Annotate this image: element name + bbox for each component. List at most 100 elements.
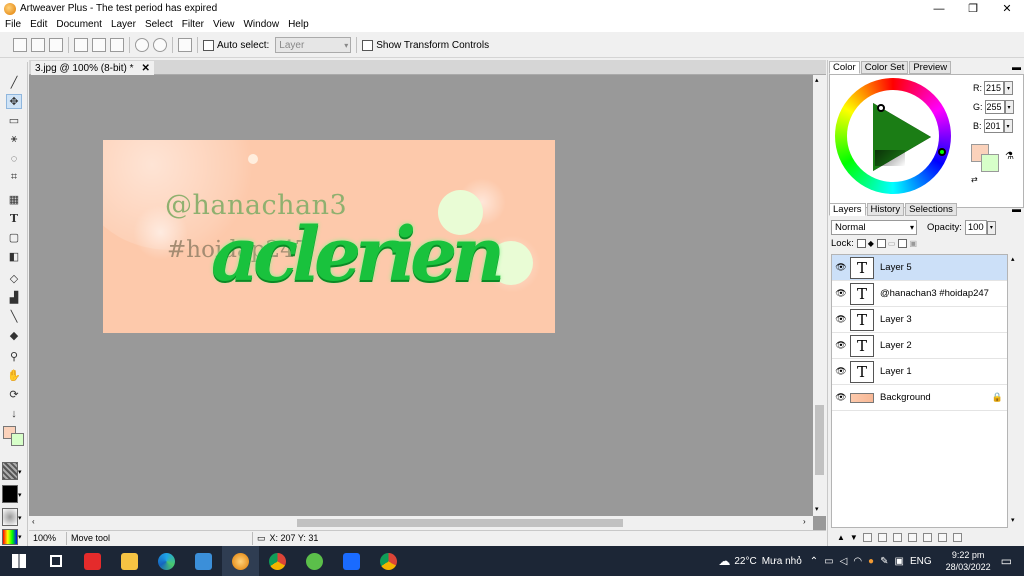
layer-row[interactable]: 👁 T @hanachan3 #hoidap247 (832, 281, 1007, 307)
eye-icon[interactable]: 👁 (834, 314, 848, 325)
menu-window[interactable]: Window (238, 19, 283, 30)
move-layer-down-icon[interactable]: ▼ (850, 533, 858, 542)
zoom-icon[interactable]: ⚲ (6, 349, 22, 364)
rotate-icon[interactable]: ⟳ (6, 387, 22, 402)
horizontal-scroll-thumb[interactable] (297, 519, 623, 527)
speaker-icon[interactable]: ◁ (840, 556, 848, 567)
fill-bucket-icon[interactable]: ◆ (6, 328, 22, 343)
red-value-field[interactable]: 215 (984, 81, 1004, 95)
pen-icon[interactable]: ✎ (880, 556, 888, 567)
cut-icon[interactable] (74, 38, 88, 52)
layer-row[interactable]: 👁 Background 🔒 (832, 385, 1007, 411)
triangle-picker-handle[interactable] (877, 104, 885, 112)
color-wheel[interactable] (835, 78, 951, 194)
taskbar-app[interactable] (370, 546, 407, 576)
tab-selections[interactable]: Selections (905, 203, 957, 216)
redo-icon[interactable] (153, 38, 167, 52)
brush-preset-swatch[interactable] (2, 508, 18, 526)
layer-row[interactable]: 👁 T Layer 3 (832, 307, 1007, 333)
texture-swatch[interactable] (2, 462, 18, 480)
taskbar-app[interactable] (296, 546, 333, 576)
vertical-scrollbar[interactable]: ▴ ▾ (813, 75, 826, 516)
new-layer-icon[interactable] (877, 532, 887, 542)
chevron-down-icon[interactable]: ▾ (18, 514, 22, 522)
chevron-down-icon[interactable]: ▾ (1004, 100, 1014, 114)
lock-pixels-checkbox[interactable] (876, 239, 886, 248)
language-indicator[interactable]: ENG (910, 556, 932, 567)
layer-row[interactable]: 👁 T Layer 1 (832, 359, 1007, 385)
start-button[interactable] (0, 546, 37, 576)
crop-icon[interactable]: ⌗ (6, 170, 22, 185)
chevron-down-icon[interactable]: ▾ (1004, 81, 1013, 95)
stamp-icon[interactable]: ▟ (6, 290, 22, 305)
taskbar-app[interactable] (148, 546, 185, 576)
undo-icon[interactable] (135, 38, 149, 52)
pattern-swatch[interactable] (2, 485, 18, 503)
tab-color[interactable]: Color (829, 61, 860, 74)
document-tab[interactable]: 3.jpg @ 100% (8-bit) * ✕ (31, 61, 154, 75)
chevron-down-icon[interactable]: ▾ (18, 468, 22, 476)
gradient-swatch[interactable] (2, 529, 18, 545)
taskbar-app[interactable] (74, 546, 111, 576)
close-icon[interactable]: ✕ (142, 63, 150, 74)
move-layer-up-icon[interactable]: ▲ (837, 533, 845, 542)
menu-help[interactable]: Help (283, 19, 313, 30)
move-tool-icon[interactable]: ✥ (6, 94, 22, 109)
maximize-button[interactable]: ❐ (956, 0, 990, 17)
blue-value-field[interactable]: 201 (983, 119, 1004, 133)
tab-history[interactable]: History (866, 203, 905, 216)
eye-icon[interactable]: 👁 (834, 288, 848, 299)
chevron-up-icon[interactable]: ▴ (815, 76, 819, 84)
eye-icon[interactable]: 👁 (834, 340, 848, 351)
ime-icon[interactable]: ▣ (894, 556, 903, 567)
delete-layer-icon[interactable] (952, 532, 962, 542)
weather-desc[interactable]: Mưa nhỏ (762, 556, 802, 567)
duplicate-layer-icon[interactable] (892, 532, 902, 542)
taskbar-app[interactable] (185, 546, 222, 576)
chevron-left-icon[interactable]: ‹ (32, 517, 35, 526)
hue-picker-handle[interactable] (938, 148, 946, 156)
tab-color-set[interactable]: Color Set (860, 61, 909, 74)
text-tool-icon[interactable]: T (6, 211, 22, 226)
auto-select-checkbox[interactable] (203, 39, 214, 51)
open-folder-icon[interactable] (31, 38, 45, 52)
tab-preview[interactable]: Preview (909, 61, 952, 74)
minimize-button[interactable]: — (922, 0, 956, 17)
notification-icon[interactable]: ▭ (1001, 554, 1012, 568)
panel-menu-icon[interactable]: ▬ (1012, 204, 1021, 214)
show-transform-checkbox[interactable] (362, 39, 374, 51)
gradient-icon[interactable]: ◧ (6, 249, 22, 264)
lock-transparency-checkbox[interactable] (856, 239, 866, 248)
perspective-icon[interactable]: ▦ (6, 192, 22, 207)
chevron-up-icon[interactable]: ⌃ (810, 556, 818, 567)
new-document-icon[interactable] (13, 38, 27, 52)
save-icon[interactable] (49, 38, 63, 52)
shape-icon[interactable]: ▢ (6, 230, 22, 245)
weather-temp[interactable]: 22°C (734, 556, 756, 567)
auto-select-dropdown[interactable]: Layer ▾ (275, 37, 352, 53)
tray-app-icon[interactable]: ● (868, 556, 874, 567)
clock[interactable]: 9:22 pm 28/03/2022 (946, 549, 991, 573)
opacity-field[interactable]: 100 (964, 220, 987, 235)
menu-edit[interactable]: Edit (25, 19, 51, 30)
layer-style-icon[interactable] (922, 532, 932, 542)
chevron-down-icon[interactable]: ▾ (18, 491, 22, 499)
brush-tool-icon[interactable]: ╱ (6, 75, 22, 90)
taskbar-app[interactable] (111, 546, 148, 576)
chevron-up-icon[interactable]: ▴ (1011, 255, 1015, 263)
hand-icon[interactable]: ✋ (6, 368, 22, 383)
taskbar-app[interactable] (259, 546, 296, 576)
chevron-down-icon[interactable]: ▾ (986, 220, 996, 235)
green-value-field[interactable]: 255 (984, 100, 1005, 114)
eye-icon[interactable]: 👁 (834, 392, 848, 403)
menu-document[interactable]: Document (51, 19, 106, 30)
chevron-down-icon[interactable]: ▾ (1003, 119, 1013, 133)
layers-scrollbar[interactable]: ▴ ▾ (1008, 254, 1021, 528)
chevron-down-icon[interactable]: ▾ (1011, 516, 1015, 524)
horizontal-scrollbar[interactable]: ‹ › (29, 516, 813, 530)
menu-file[interactable]: File (0, 19, 25, 30)
lock-position-checkbox[interactable] (898, 239, 908, 248)
task-view-button[interactable] (37, 546, 74, 576)
battery-icon[interactable]: ▭ (824, 556, 833, 567)
close-button[interactable]: ✕ (990, 0, 1024, 17)
